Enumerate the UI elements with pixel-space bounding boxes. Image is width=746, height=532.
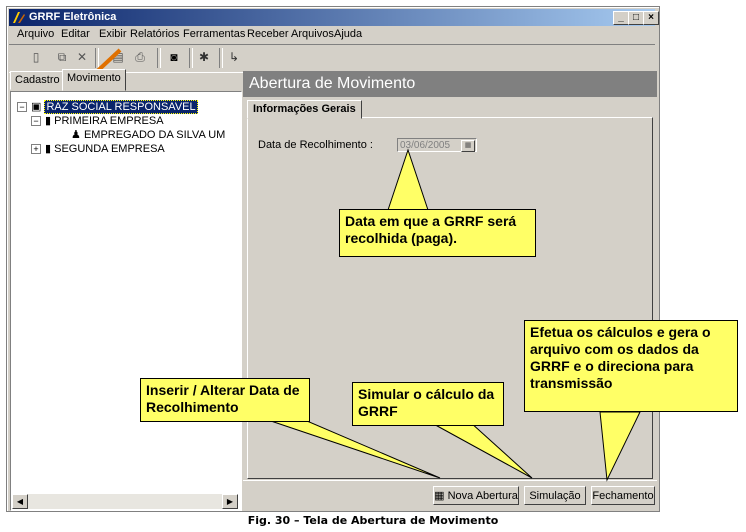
figure-caption: Fig. 30 – Tela de Abertura de Movimento: [247, 514, 499, 527]
tab-informacoes-gerais[interactable]: Informações Gerais: [247, 100, 362, 119]
callout-insert: Inserir / Alterar Data de Recolhimento: [140, 378, 310, 422]
callout-date: Data em que a GRRF será recolhida (paga)…: [339, 209, 536, 257]
pointer-date: [387, 148, 429, 211]
pointer-insert: [261, 417, 441, 479]
pointer-close: [599, 411, 641, 482]
tab-movimento[interactable]: Movimento: [62, 69, 126, 91]
callout-close: Efetua os cálculos e gera o arquivo com …: [524, 320, 738, 412]
callout-simulate: Simular o cálculo da GRRF: [352, 382, 504, 426]
pointer-simulate: [429, 421, 533, 479]
